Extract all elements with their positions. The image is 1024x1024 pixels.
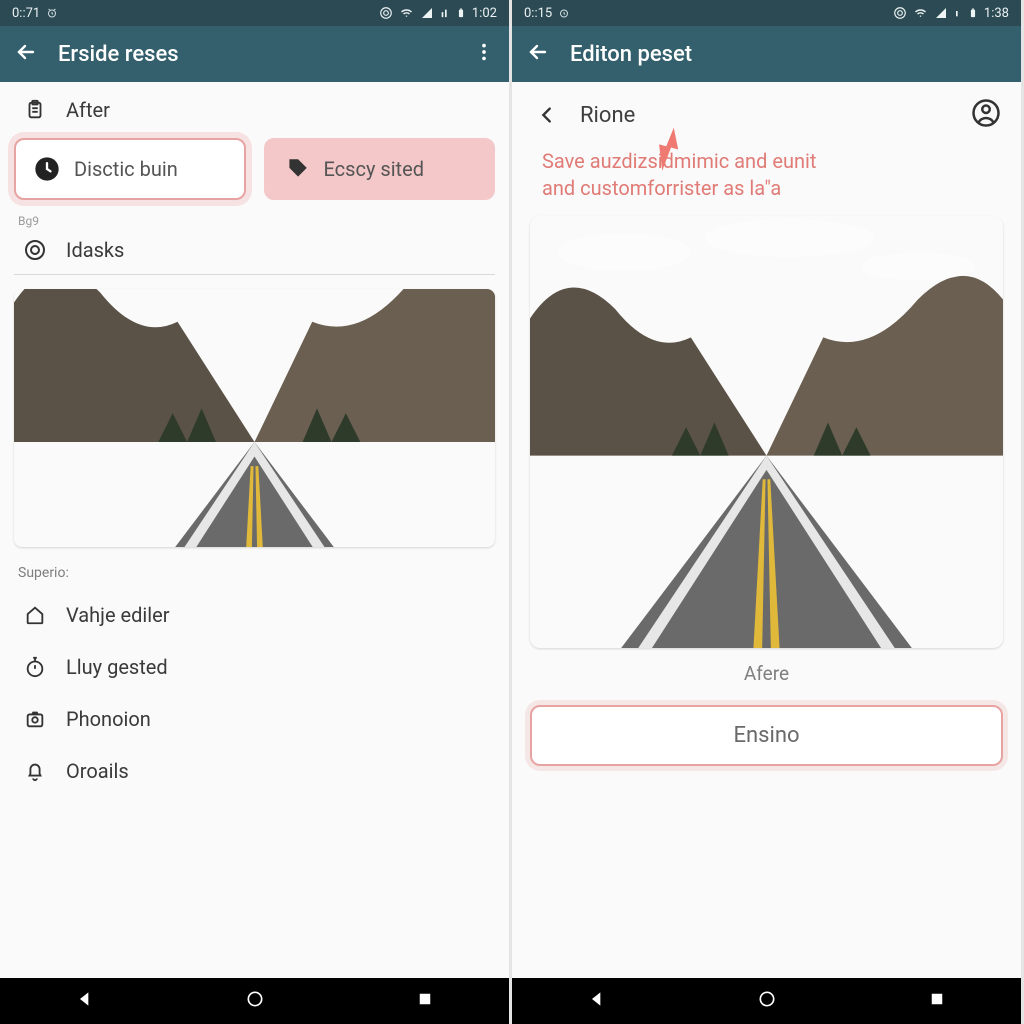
list-item[interactable]: Oroails bbox=[10, 745, 499, 797]
list-item-label: Oroails bbox=[66, 759, 129, 783]
list-item-label: Phonoion bbox=[66, 707, 151, 731]
target-icon bbox=[893, 6, 907, 20]
nav-back-icon[interactable] bbox=[587, 989, 607, 1013]
stopwatch-icon bbox=[22, 655, 48, 679]
nav-home-icon[interactable] bbox=[245, 989, 265, 1013]
nav-home-icon[interactable] bbox=[757, 989, 777, 1013]
photo-preview[interactable] bbox=[14, 289, 495, 547]
list-item[interactable]: Vahje ediler bbox=[10, 589, 499, 641]
battery-icon bbox=[968, 6, 978, 20]
chevron-left-icon[interactable] bbox=[532, 102, 562, 128]
app-title: Editon peset bbox=[570, 42, 692, 67]
signal2-icon bbox=[440, 7, 450, 19]
radio-icon bbox=[22, 238, 48, 262]
nav-bar bbox=[0, 978, 509, 1024]
photo-caption: Afere bbox=[512, 648, 1021, 701]
nav-recents-icon[interactable] bbox=[416, 990, 434, 1012]
after-label: After bbox=[66, 98, 110, 122]
alarm-icon bbox=[46, 7, 58, 19]
photo-preview[interactable] bbox=[530, 216, 1003, 648]
idasks-row[interactable]: Idasks bbox=[0, 234, 509, 272]
road-scene-icon bbox=[14, 289, 495, 547]
signal-icon bbox=[420, 7, 434, 19]
cta-wrap: Ensino bbox=[512, 701, 1021, 782]
tag-icon bbox=[282, 154, 312, 184]
status-time-right: 1:38 bbox=[984, 6, 1009, 21]
cta-label: Ensino bbox=[733, 723, 799, 748]
app-bar: Editon peset bbox=[512, 26, 1021, 82]
target-icon bbox=[379, 6, 393, 20]
signal-icon bbox=[934, 7, 948, 19]
small-label: Bg9 bbox=[0, 214, 509, 234]
status-bar: 0::71 1:02 bbox=[0, 0, 509, 26]
wifi-icon bbox=[399, 7, 414, 19]
after-row[interactable]: After bbox=[0, 82, 509, 132]
preset-primary-label: Disctic buin bbox=[74, 157, 178, 181]
clock-solid-icon bbox=[32, 154, 62, 184]
profile-icon[interactable] bbox=[971, 98, 1001, 132]
more-icon[interactable] bbox=[473, 41, 495, 67]
status-time-left: 0::71 bbox=[12, 6, 40, 21]
preset-buttons: Disctic buin Ecscy sited bbox=[0, 132, 509, 214]
status-time-right: 1:02 bbox=[472, 6, 497, 21]
helper-text: Save auzdizsidmimic and eunit and custom… bbox=[512, 142, 1021, 216]
status-bar: 0::15 1:38 bbox=[512, 0, 1021, 26]
photo-preview-wrap bbox=[512, 216, 1021, 648]
nav-back-icon[interactable] bbox=[75, 989, 95, 1013]
preset-button-primary[interactable]: Disctic buin bbox=[14, 138, 246, 200]
app-bar: Erside reses bbox=[0, 26, 509, 82]
primary-cta-button[interactable]: Ensino bbox=[530, 705, 1003, 766]
right-screen: 0::15 1:38 Editon peset Rione Save auzdi… bbox=[512, 0, 1024, 1024]
bell-icon bbox=[22, 760, 48, 782]
left-content: After Disctic buin Ecscy sited Bg9 Idask… bbox=[0, 82, 509, 978]
clipboard-icon bbox=[22, 98, 48, 122]
camera-icon bbox=[22, 708, 48, 730]
sub-header: Rione bbox=[512, 82, 1021, 142]
status-time-left: 0::15 bbox=[524, 6, 552, 21]
nav-bar bbox=[512, 978, 1021, 1024]
alarm-icon bbox=[558, 7, 570, 19]
back-icon[interactable] bbox=[526, 40, 550, 68]
options-list: Vahje ediler Lluy gested Phonoion Oroail… bbox=[0, 589, 509, 797]
signal2-icon bbox=[954, 7, 962, 19]
preset-secondary-label: Ecscy sited bbox=[324, 157, 424, 181]
app-title: Erside reses bbox=[58, 42, 179, 67]
right-content: Rione Save auzdizsidmimic and eunit and … bbox=[512, 82, 1021, 978]
photo-preview-wrap bbox=[0, 283, 509, 551]
preset-button-secondary[interactable]: Ecscy sited bbox=[264, 138, 496, 200]
divider bbox=[14, 274, 495, 275]
nav-recents-icon[interactable] bbox=[928, 990, 946, 1012]
idasks-label: Idasks bbox=[66, 238, 124, 262]
sub-title: Rione bbox=[580, 103, 635, 128]
wifi-icon bbox=[913, 7, 928, 19]
list-item-label: Lluy gested bbox=[66, 655, 168, 679]
list-item[interactable]: Lluy gested bbox=[10, 641, 499, 693]
battery-icon bbox=[456, 6, 466, 20]
section-label: Superio: bbox=[0, 551, 509, 589]
road-scene-icon bbox=[530, 216, 1003, 648]
list-item-label: Vahje ediler bbox=[66, 603, 170, 627]
back-icon[interactable] bbox=[14, 40, 38, 68]
left-screen: 0::71 1:02 Erside reses After Disctic bu… bbox=[0, 0, 512, 1024]
home-icon bbox=[22, 604, 48, 626]
list-item[interactable]: Phonoion bbox=[10, 693, 499, 745]
